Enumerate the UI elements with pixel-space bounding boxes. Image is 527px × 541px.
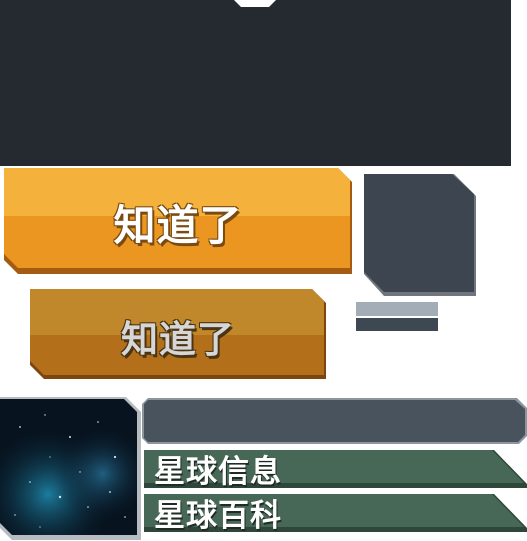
light-gray-bar	[356, 302, 438, 316]
tab-planet-info-label: 星球信息	[154, 454, 282, 490]
confirm-button-primary-label: 知道了	[113, 201, 243, 250]
top-dark-panel	[0, 0, 511, 166]
confirm-button-primary[interactable]: 知道了	[4, 168, 352, 274]
dark-square-tile	[364, 174, 476, 296]
planet-image	[0, 397, 141, 540]
tab-planet-encyclopedia-label: 星球百科	[154, 498, 282, 534]
confirm-button-secondary[interactable]: 知道了	[30, 289, 326, 379]
confirm-button-secondary-label: 知道了	[121, 318, 235, 361]
dark-gray-bar	[356, 318, 438, 331]
wide-info-bar	[142, 398, 527, 444]
tab-planet-encyclopedia[interactable]: 星球百科	[144, 494, 527, 534]
top-notch-decoration	[234, 0, 276, 7]
tab-planet-info[interactable]: 星球信息	[144, 450, 527, 490]
